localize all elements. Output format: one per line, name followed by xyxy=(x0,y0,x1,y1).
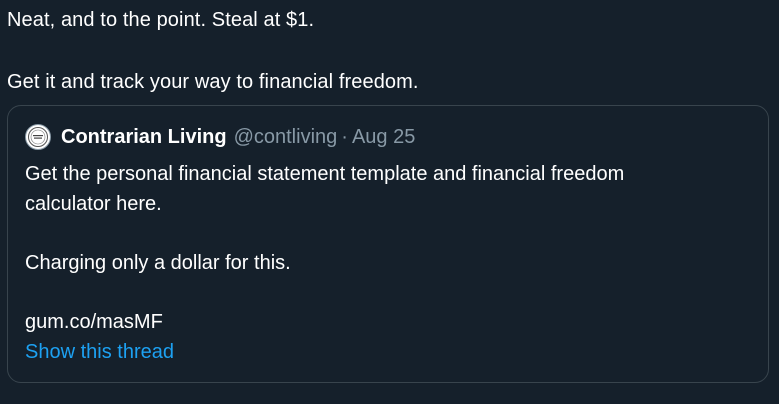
quoted-tweet-date[interactable]: Aug 25 xyxy=(352,126,415,149)
quoted-tweet-card[interactable]: Contrarian Living @contliving · Aug 25 G… xyxy=(7,105,769,383)
tweet-text-line-1: Neat, and to the point. Steal at $1. xyxy=(7,9,315,31)
quoted-tweet-header: Contrarian Living @contliving · Aug 25 xyxy=(25,123,415,151)
avatar[interactable] xyxy=(25,124,51,150)
quoted-body-line-2: calculator here. xyxy=(25,193,162,215)
quoted-body-link[interactable]: gum.co/masMF xyxy=(25,307,624,337)
tweet-text-line-2: Get it and track your way to financial f… xyxy=(7,71,419,93)
quoted-author-name[interactable]: Contrarian Living xyxy=(61,126,227,149)
seal-logo-icon xyxy=(28,127,48,147)
quoted-body-line-1: Get the personal financial statement tem… xyxy=(25,163,625,185)
quoted-tweet-body: Get the personal financial statement tem… xyxy=(25,159,624,337)
quoted-body-line-3: Charging only a dollar for this. xyxy=(25,252,291,274)
show-thread-link[interactable]: Show this thread xyxy=(25,341,174,364)
tweet-text: Neat, and to the point. Steal at $1. Get… xyxy=(7,5,419,98)
separator-dot: · xyxy=(341,125,348,148)
quoted-author-handle[interactable]: @contliving xyxy=(234,126,338,149)
